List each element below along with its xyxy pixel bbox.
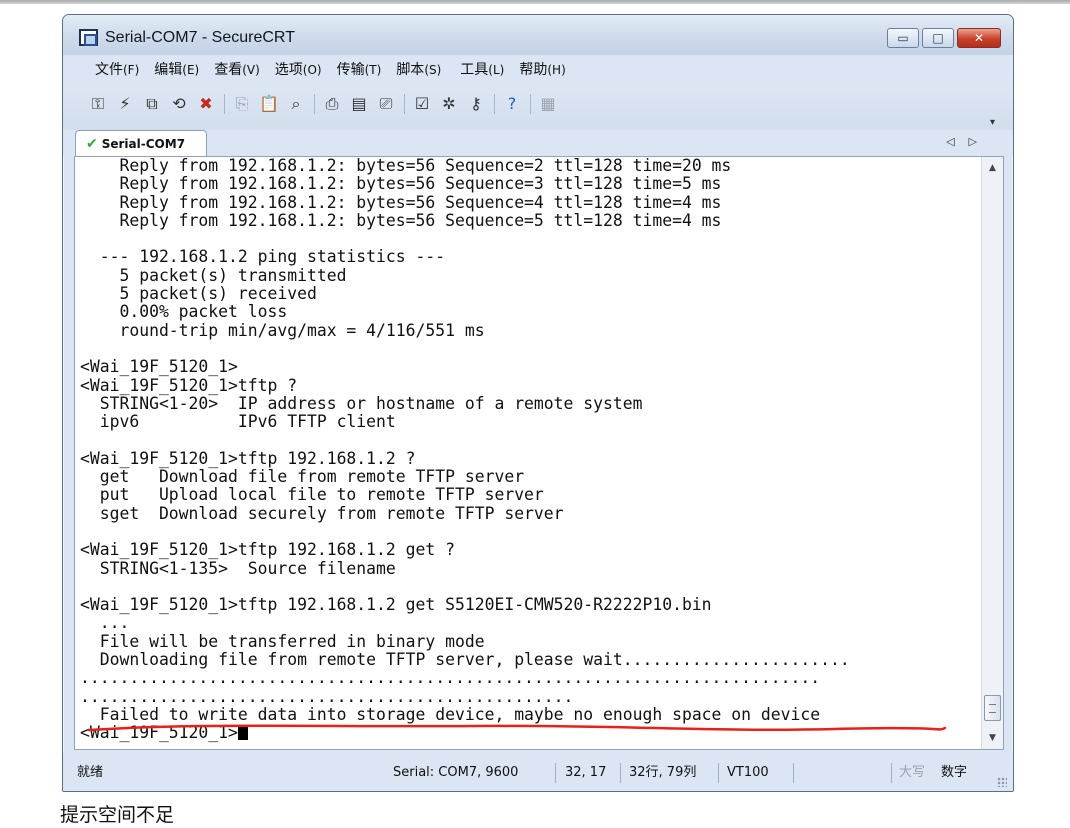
tab-serial-com7[interactable]: ✔ Serial-COM7: [75, 130, 207, 156]
terminal-line: File will be transferred in binary mode: [99, 631, 485, 651]
title-bar[interactable]: Serial-COM7 - SecureCRT ▭ □ ✕: [63, 15, 1013, 55]
terminal-line: --- 192.168.1.2 ping statistics ---: [99, 247, 446, 267]
resize-grip[interactable]: [997, 777, 1007, 787]
print-icon[interactable]: ⎙: [321, 93, 343, 115]
status-separator: [555, 763, 556, 783]
terminal-line: sget Download securely from remote TFTP …: [99, 503, 564, 523]
terminal-line: ipv6 IPv6 TFTP client: [99, 412, 396, 432]
disconnect-icon[interactable]: ✖: [195, 93, 217, 115]
vertical-scrollbar[interactable]: ▲ ▼: [981, 157, 1003, 749]
terminal-line: Downloading file from remote TFTP server…: [99, 650, 850, 670]
scroll-thumb[interactable]: [984, 695, 1001, 721]
status-bar: 就绪 Serial: COM7, 9600 32, 17 32行, 79列 VT…: [63, 753, 1013, 791]
menu-file[interactable]: 文件(F): [95, 59, 139, 79]
connect-tab-icon[interactable]: ⧉: [141, 93, 163, 115]
terminal-line: put Upload local file to remote TFTP ser…: [99, 485, 544, 505]
session-tab-bar: ✔ Serial-COM7 ◁▷: [63, 130, 1013, 156]
terminal-line: Reply from 192.168.1.2: bytes=56 Sequenc…: [119, 192, 722, 212]
tab-scroll-left-icon[interactable]: ◁: [946, 135, 968, 148]
terminal-line: STRING<1-20> IP address or hostname of a…: [99, 393, 643, 413]
status-separator: [793, 763, 794, 783]
scroll-down-icon[interactable]: ▼: [982, 729, 1003, 747]
status-connection: Serial: COM7, 9600: [393, 765, 519, 780]
tab-label: Serial-COM7: [101, 136, 186, 151]
menu-view[interactable]: 查看(V): [214, 59, 260, 79]
securecrt-window: Serial-COM7 - SecureCRT ▭ □ ✕ 文件(F) 编辑(E…: [62, 14, 1014, 792]
sftp-icon[interactable]: ▦: [537, 93, 559, 115]
terminal-line: ........................................…: [80, 668, 821, 688]
connected-check-icon: ✔: [86, 135, 98, 152]
toolbar-overflow-icon[interactable]: ▾: [990, 117, 995, 128]
toolbar-separator: [224, 94, 225, 114]
terminal-line: <Wai_19F_5120_1>tftp ?: [80, 375, 298, 395]
quick-connect-icon[interactable]: ⚡: [114, 93, 136, 115]
paste-icon[interactable]: 📋: [258, 93, 280, 115]
terminal-line: STRING<1-135> Source filename: [99, 558, 396, 578]
terminal-line: Failed to write data into storage device…: [99, 704, 821, 724]
find-icon[interactable]: ⌕: [285, 93, 307, 115]
status-separator: [718, 763, 719, 783]
toolbar: ⚿ ⚡ ⧉ ⟲ ✖ ⎘ 📋 ⌕ ⎙ ▤ ⎚ ☑ ✲ ⚷ ? ▦ ▾: [63, 83, 1013, 137]
help-icon[interactable]: ?: [501, 93, 523, 115]
status-separator: [620, 763, 621, 783]
caption-text: 提示空间不足: [60, 804, 175, 826]
menu-script[interactable]: 脚本(S): [396, 59, 441, 79]
scroll-up-icon[interactable]: ▲: [982, 159, 1003, 177]
connect-icon[interactable]: ⚿: [87, 93, 109, 115]
top-divider: [0, 0, 1070, 4]
terminal-line: 5 packet(s) transmitted: [119, 265, 347, 285]
toolbar-separator: [314, 94, 315, 114]
global-options-icon[interactable]: ✲: [438, 93, 460, 115]
toolbar-separator: [530, 94, 531, 114]
copy-icon[interactable]: ⎘: [231, 93, 253, 115]
terminal-line: <Wai_19F_5120_1>tftp 192.168.1.2 ?: [80, 448, 416, 468]
terminal-line: <Wai_19F_5120_1>tftp 192.168.1.2 get ?: [80, 540, 455, 560]
terminal-prompt: <Wai_19F_5120_1>: [80, 723, 238, 743]
terminal-line: 5 packet(s) received: [119, 284, 317, 304]
terminal-line: Reply from 192.168.1.2: bytes=56 Sequenc…: [119, 174, 722, 194]
terminal-line: get Download file from remote TFTP serve…: [99, 467, 525, 487]
minimize-button[interactable]: ▭: [887, 28, 919, 48]
securecrt-app-icon[interactable]: [79, 29, 98, 46]
status-cursor-position: 32, 17: [565, 765, 607, 780]
terminal-line: 0.00% packet loss: [119, 302, 288, 322]
terminal-line: ........................................…: [80, 686, 574, 706]
status-rows-cols: 32行, 79列: [629, 765, 697, 780]
print-screen-icon[interactable]: ▤: [348, 93, 370, 115]
status-ready: 就绪: [77, 765, 104, 780]
status-caps-lock: 大写: [899, 765, 926, 780]
maximize-button[interactable]: □: [922, 28, 954, 48]
tab-scroll-right-icon[interactable]: ▷: [969, 135, 991, 148]
status-emulation: VT100: [727, 765, 769, 780]
key-icon[interactable]: ⚷: [465, 93, 487, 115]
menu-edit[interactable]: 编辑(E): [154, 59, 199, 79]
terminal-line: <Wai_19F_5120_1>: [80, 357, 238, 377]
toolbar-separator: [494, 94, 495, 114]
terminal-line: Reply from 192.168.1.2: bytes=56 Sequenc…: [119, 157, 732, 175]
status-separator: [891, 763, 892, 783]
menu-options[interactable]: 选项(O): [275, 59, 322, 79]
terminal-cursor: [237, 725, 248, 741]
reconnect-icon[interactable]: ⟲: [168, 93, 190, 115]
status-num-lock: 数字: [941, 765, 968, 780]
terminal-line: ...: [99, 613, 130, 633]
menu-transfer[interactable]: 传输(T): [337, 59, 382, 79]
terminal-area[interactable]: Reply from 192.168.1.2: bytes=56 Sequenc…: [74, 156, 1004, 750]
terminal-line: Reply from 192.168.1.2: bytes=56 Sequenc…: [119, 210, 722, 230]
terminal-line: round-trip min/avg/max = 4/116/551 ms: [119, 320, 485, 340]
print-setup-icon[interactable]: ⎚: [375, 93, 397, 115]
session-options-icon[interactable]: ☑: [411, 93, 433, 115]
menu-bar: 文件(F) 编辑(E) 查看(V) 选项(O) 传输(T) 脚本(S) 工具(L…: [63, 55, 1013, 83]
menu-tools[interactable]: 工具(L): [460, 59, 504, 79]
menu-help[interactable]: 帮助(H): [519, 59, 565, 79]
toolbar-separator: [404, 94, 405, 114]
window-title: Serial-COM7 - SecureCRT: [105, 29, 295, 46]
terminal-output: Reply from 192.168.1.2: bytes=56 Sequenc…: [80, 157, 980, 747]
close-button[interactable]: ✕: [957, 28, 1001, 48]
terminal-line: <Wai_19F_5120_1>tftp 192.168.1.2 get S51…: [80, 595, 712, 615]
